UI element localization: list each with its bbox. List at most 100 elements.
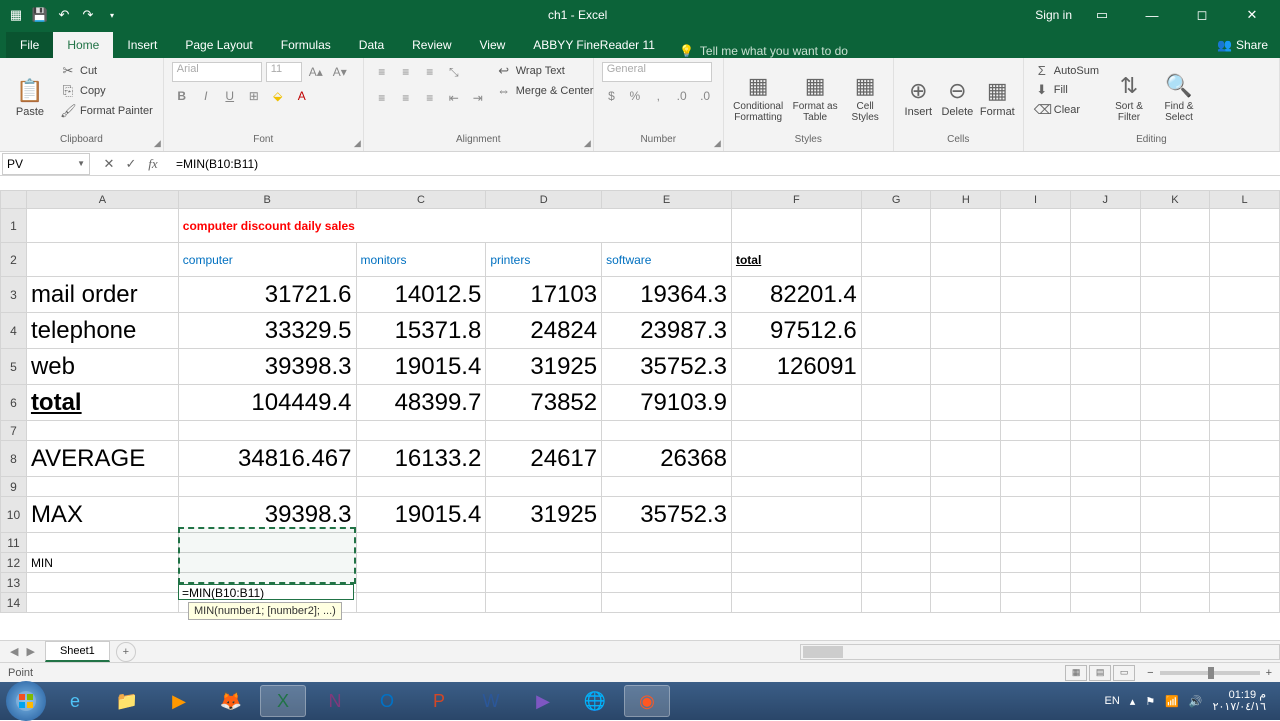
cell-B6[interactable]: 104449.4 bbox=[178, 385, 356, 421]
row-header-6[interactable]: 6 bbox=[1, 385, 27, 421]
cell-C10[interactable]: 19015.4 bbox=[356, 497, 486, 533]
cell-F2[interactable]: total bbox=[731, 243, 861, 277]
tray-clock[interactable]: 01:19 م ٢٠١٧/٠٤/١٦ bbox=[1213, 689, 1266, 713]
zoom-track[interactable] bbox=[1160, 671, 1260, 675]
taskbar-firefox[interactable]: 🦊 bbox=[208, 685, 254, 717]
align-bottom-button[interactable]: ≡ bbox=[420, 62, 440, 82]
borders-button[interactable]: ⊞ bbox=[244, 86, 264, 106]
cell-C2[interactable]: monitors bbox=[356, 243, 486, 277]
row-header-12[interactable]: 12 bbox=[1, 553, 27, 573]
tab-formulas[interactable]: Formulas bbox=[267, 32, 345, 58]
row-header-1[interactable]: 1 bbox=[1, 209, 27, 243]
cell-B3[interactable]: 31721.6 bbox=[178, 277, 356, 313]
font-name-select[interactable]: Arial bbox=[172, 62, 262, 82]
minimize-button[interactable]: — bbox=[1132, 0, 1172, 30]
format-cells-button[interactable]: ▦Format bbox=[980, 62, 1015, 134]
col-header-L[interactable]: L bbox=[1210, 191, 1280, 209]
cell-A1[interactable] bbox=[26, 209, 178, 243]
row-header-9[interactable]: 9 bbox=[1, 477, 27, 497]
tab-insert[interactable]: Insert bbox=[113, 32, 171, 58]
view-page-layout-button[interactable]: ▤ bbox=[1089, 665, 1111, 681]
tab-home[interactable]: Home bbox=[53, 32, 113, 58]
taskbar-chrome[interactable]: 🌐 bbox=[572, 685, 618, 717]
row-header-14[interactable]: 14 bbox=[1, 593, 27, 613]
autosum-button[interactable]: ΣAutoSum bbox=[1032, 62, 1101, 79]
shrink-font-button[interactable]: A▾ bbox=[330, 62, 350, 82]
taskbar-recorder[interactable]: ◉ bbox=[624, 685, 670, 717]
row-header-8[interactable]: 8 bbox=[1, 441, 27, 477]
ribbon-options-icon[interactable]: ▭ bbox=[1082, 0, 1122, 30]
tab-file[interactable]: File bbox=[6, 32, 53, 58]
tab-review[interactable]: Review bbox=[398, 32, 465, 58]
align-right-button[interactable]: ≡ bbox=[420, 88, 440, 108]
taskbar-player[interactable]: ▶ bbox=[520, 685, 566, 717]
row-header-10[interactable]: 10 bbox=[1, 497, 27, 533]
sheet-nav-next[interactable]: ▶ bbox=[26, 645, 34, 658]
fill-button[interactable]: ⬇Fill bbox=[1032, 81, 1101, 99]
tab-page-layout[interactable]: Page Layout bbox=[171, 32, 266, 58]
cell-A8[interactable]: AVERAGE bbox=[26, 441, 178, 477]
row-header-7[interactable]: 7 bbox=[1, 421, 27, 441]
clipboard-dialog-launcher[interactable]: ◢ bbox=[154, 138, 161, 149]
cell-B5[interactable]: 39398.3 bbox=[178, 349, 356, 385]
cell-B12[interactable] bbox=[178, 553, 356, 573]
tab-abbyy[interactable]: ABBYY FineReader 11 bbox=[519, 32, 669, 58]
col-header-F[interactable]: F bbox=[731, 191, 861, 209]
tray-flag-icon[interactable]: ⚑ bbox=[1145, 695, 1155, 708]
tray-volume-icon[interactable]: 🔊 bbox=[1189, 695, 1203, 708]
cell-E2[interactable]: software bbox=[602, 243, 732, 277]
cell-C5[interactable]: 19015.4 bbox=[356, 349, 486, 385]
cell-E5[interactable]: 35752.3 bbox=[602, 349, 732, 385]
indent-increase-button[interactable]: ⇥ bbox=[468, 88, 488, 108]
cell-C8[interactable]: 16133.2 bbox=[356, 441, 486, 477]
cell-E8[interactable]: 26368 bbox=[602, 441, 732, 477]
formula-input[interactable] bbox=[172, 157, 1280, 171]
save-icon[interactable]: 💾 bbox=[32, 7, 48, 23]
view-normal-button[interactable]: ▦ bbox=[1065, 665, 1087, 681]
cell-C3[interactable]: 14012.5 bbox=[356, 277, 486, 313]
cell-A5[interactable]: web bbox=[26, 349, 178, 385]
font-size-select[interactable]: 11 bbox=[266, 62, 302, 82]
currency-button[interactable]: $ bbox=[602, 86, 621, 106]
view-page-break-button[interactable]: ▭ bbox=[1113, 665, 1135, 681]
cell-D2[interactable]: printers bbox=[486, 243, 602, 277]
taskbar-explorer[interactable]: 📁 bbox=[104, 685, 150, 717]
grow-font-button[interactable]: A▴ bbox=[306, 62, 326, 82]
cell-styles-button[interactable]: ▦Cell Styles bbox=[846, 62, 885, 134]
cell-E10[interactable]: 35752.3 bbox=[602, 497, 732, 533]
scrollbar-thumb[interactable] bbox=[803, 646, 843, 658]
col-header-I[interactable]: I bbox=[1001, 191, 1071, 209]
cell-A4[interactable]: telephone bbox=[26, 313, 178, 349]
cell-F5[interactable]: 126091 bbox=[731, 349, 861, 385]
cell-F1[interactable] bbox=[731, 209, 861, 243]
qat-dropdown-icon[interactable]: ▾ bbox=[104, 7, 120, 23]
clear-button[interactable]: ⌫Clear bbox=[1032, 101, 1101, 119]
tab-view[interactable]: View bbox=[466, 32, 520, 58]
close-button[interactable]: ✕ bbox=[1232, 0, 1272, 30]
maximize-button[interactable]: ◻ bbox=[1182, 0, 1222, 30]
indent-decrease-button[interactable]: ⇤ bbox=[444, 88, 464, 108]
italic-button[interactable]: I bbox=[196, 86, 216, 106]
row-header-13[interactable]: 13 bbox=[1, 573, 27, 593]
share-button[interactable]: 👥 Share bbox=[1205, 32, 1280, 58]
col-header-D[interactable]: D bbox=[486, 191, 602, 209]
redo-icon[interactable]: ↷ bbox=[80, 7, 96, 23]
tray-network-icon[interactable]: 📶 bbox=[1165, 695, 1179, 708]
align-top-button[interactable]: ≡ bbox=[372, 62, 392, 82]
cell-A12[interactable]: MIN bbox=[26, 553, 178, 573]
percent-button[interactable]: % bbox=[625, 86, 644, 106]
sign-in-link[interactable]: Sign in bbox=[1035, 8, 1072, 22]
zoom-out-button[interactable]: − bbox=[1147, 667, 1153, 679]
format-as-table-button[interactable]: ▦Format as Table bbox=[791, 62, 840, 134]
zoom-in-button[interactable]: + bbox=[1266, 667, 1272, 679]
find-select-button[interactable]: 🔍Find & Select bbox=[1157, 62, 1201, 134]
copy-button[interactable]: ⎘Copy bbox=[58, 82, 155, 100]
worksheet-grid[interactable]: A B C D E F G H I J K L 1 computer disco… bbox=[0, 190, 1280, 660]
cell-E4[interactable]: 23987.3 bbox=[602, 313, 732, 349]
name-box[interactable]: PV ▼ bbox=[2, 153, 90, 175]
taskbar-media[interactable]: ▶ bbox=[156, 685, 202, 717]
zoom-slider[interactable]: − + bbox=[1147, 667, 1272, 679]
comma-button[interactable]: , bbox=[649, 86, 668, 106]
cut-button[interactable]: ✂Cut bbox=[58, 62, 155, 80]
name-box-dropdown-icon[interactable]: ▼ bbox=[77, 159, 85, 168]
